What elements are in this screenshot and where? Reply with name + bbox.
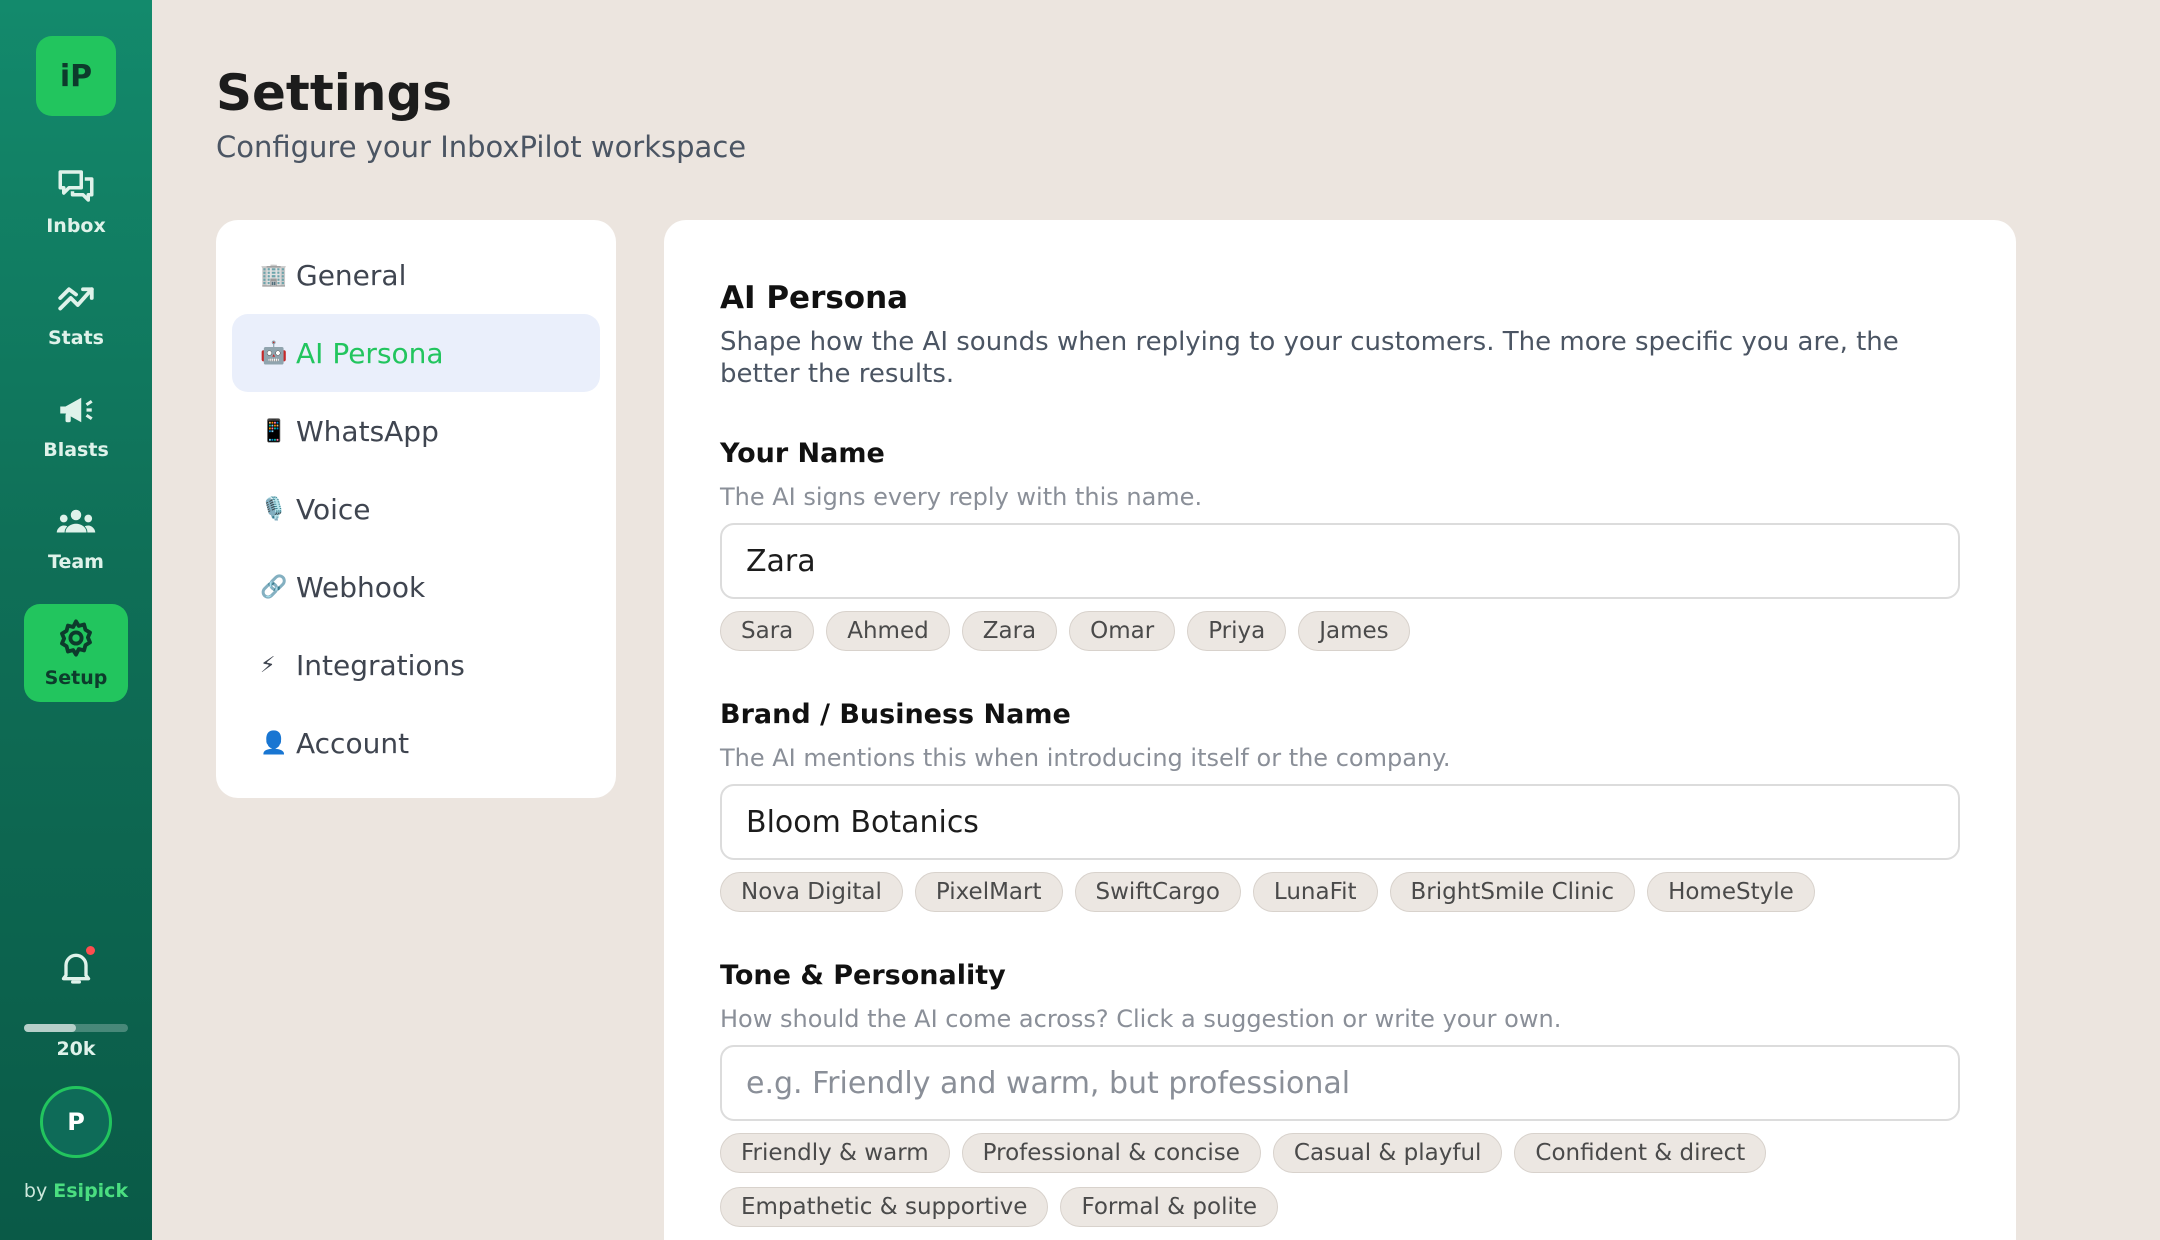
- tone-field: Tone & Personality How should the AI com…: [720, 960, 1960, 1227]
- suggestion-chip[interactable]: LunaFit: [1252, 872, 1378, 912]
- suggestion-chip[interactable]: Casual & playful: [1272, 1133, 1503, 1173]
- byline-brand-link[interactable]: Esipick: [53, 1180, 128, 1202]
- lightning-icon: ⚡: [260, 652, 276, 678]
- rail-item-stats[interactable]: Stats: [24, 264, 128, 362]
- rail-label-blasts: Blasts: [43, 439, 109, 461]
- microphone-icon: 🎙️: [260, 496, 288, 522]
- nav-item-whatsapp[interactable]: 📱 WhatsApp: [232, 392, 600, 470]
- suggestion-chip[interactable]: SwiftCargo: [1074, 872, 1241, 912]
- user-icon: 👤: [260, 730, 288, 756]
- suggestion-chip[interactable]: James: [1298, 611, 1410, 651]
- nav-item-label: Voice: [296, 492, 371, 526]
- team-icon: [56, 509, 96, 533]
- field-label: Tone & Personality: [720, 960, 1006, 991]
- notification-dot: [86, 946, 95, 955]
- your-name-field: Your Name The AI signs every reply with …: [720, 438, 1960, 651]
- nav-item-label: Account: [296, 726, 410, 760]
- suggestion-chip[interactable]: Ahmed: [826, 611, 950, 651]
- app-sidebar: iP Inbox Stats Blasts Team Setup 20k P b…: [0, 0, 152, 1240]
- suggestion-chip[interactable]: PixelMart: [914, 872, 1063, 912]
- nav-item-label: General: [296, 258, 407, 292]
- suggestion-chip[interactable]: Sara: [720, 611, 815, 651]
- suggestion-chip[interactable]: Nova Digital: [720, 872, 903, 912]
- nav-item-integrations[interactable]: ⚡ Integrations: [232, 626, 600, 704]
- suggestion-chip[interactable]: Priya: [1187, 611, 1287, 651]
- suggestion-chip[interactable]: Friendly & warm: [720, 1133, 950, 1173]
- rail-label-team: Team: [48, 551, 104, 573]
- suggestion-chip[interactable]: BrightSmile Clinic: [1389, 872, 1636, 912]
- settings-nav: 🏢 General 🤖 AI Persona 📱 WhatsApp 🎙️ Voi…: [216, 220, 616, 798]
- field-help: How should the AI come across? Click a s…: [720, 1005, 1562, 1033]
- rail-item-inbox[interactable]: Inbox: [24, 152, 128, 250]
- section-title: AI Persona: [720, 280, 909, 316]
- rail-item-blasts[interactable]: Blasts: [24, 376, 128, 474]
- nav-item-label: WhatsApp: [296, 414, 439, 448]
- nav-item-ai-persona[interactable]: 🤖 AI Persona: [232, 314, 600, 392]
- nav-item-label: Integrations: [296, 648, 465, 682]
- tone-input[interactable]: [720, 1045, 1960, 1121]
- byline: by Esipick: [0, 1180, 152, 1202]
- gear-icon: [60, 619, 92, 657]
- ai-persona-panel: AI Persona Shape how the AI sounds when …: [664, 220, 2016, 1240]
- suggestion-chip[interactable]: Zara: [961, 611, 1058, 651]
- section-description: Shape how the AI sounds when replying to…: [720, 327, 1899, 389]
- rail-item-team[interactable]: Team: [24, 488, 128, 586]
- nav-item-webhook[interactable]: 🔗 Webhook: [232, 548, 600, 626]
- credits-progress-bar: [24, 1024, 128, 1032]
- robot-icon: 🤖: [260, 340, 288, 366]
- page-subtitle: Configure your InboxPilot workspace: [216, 130, 747, 164]
- your-name-input[interactable]: [720, 523, 1960, 599]
- suggestion-chip[interactable]: Omar: [1069, 611, 1176, 651]
- field-label: Brand / Business Name: [720, 699, 1071, 730]
- suggestion-chip[interactable]: Professional & concise: [961, 1133, 1261, 1173]
- nav-item-label: Webhook: [296, 570, 426, 604]
- name-suggestions: Sara Ahmed Zara Omar Priya James: [720, 611, 1960, 651]
- field-help: The AI mentions this when introducing it…: [720, 744, 1451, 772]
- suggestion-chip[interactable]: HomeStyle: [1647, 872, 1815, 912]
- suggestion-chip[interactable]: Formal & polite: [1060, 1187, 1279, 1227]
- rail-label-stats: Stats: [48, 327, 104, 349]
- nav-item-general[interactable]: 🏢 General: [232, 236, 600, 314]
- tone-suggestions: Friendly & warm Professional & concise C…: [720, 1133, 1960, 1227]
- app-logo[interactable]: iP: [36, 36, 116, 116]
- page-title: Settings: [216, 64, 453, 122]
- field-label: Your Name: [720, 438, 885, 469]
- credits-label: 20k: [56, 1038, 96, 1060]
- brand-name-field: Brand / Business Name The AI mentions th…: [720, 699, 1960, 912]
- suggestion-chip[interactable]: Empathetic & supportive: [720, 1187, 1049, 1227]
- phone-icon: 📱: [260, 418, 288, 444]
- byline-prefix: by: [23, 1180, 48, 1202]
- nav-item-voice[interactable]: 🎙️ Voice: [232, 470, 600, 548]
- credits-progress-fill: [24, 1024, 76, 1032]
- chat-bubbles-icon: [58, 170, 94, 202]
- link-icon: 🔗: [260, 574, 288, 600]
- rail-label-inbox: Inbox: [46, 215, 106, 237]
- nav-item-label: AI Persona: [296, 336, 444, 370]
- rail-label-setup: Setup: [44, 667, 108, 689]
- brand-name-input[interactable]: [720, 784, 1960, 860]
- suggestion-chip[interactable]: Confident & direct: [1514, 1133, 1767, 1173]
- nav-item-account[interactable]: 👤 Account: [232, 704, 600, 782]
- user-avatar[interactable]: P: [40, 1086, 112, 1158]
- megaphone-icon: [60, 397, 93, 423]
- field-help: The AI signs every reply with this name.: [720, 483, 1203, 511]
- building-icon: 🏢: [260, 262, 288, 288]
- brand-suggestions: Nova Digital PixelMart SwiftCargo LunaFi…: [720, 872, 1960, 912]
- trend-chart-icon: [58, 287, 94, 311]
- rail-item-setup[interactable]: Setup: [24, 604, 128, 702]
